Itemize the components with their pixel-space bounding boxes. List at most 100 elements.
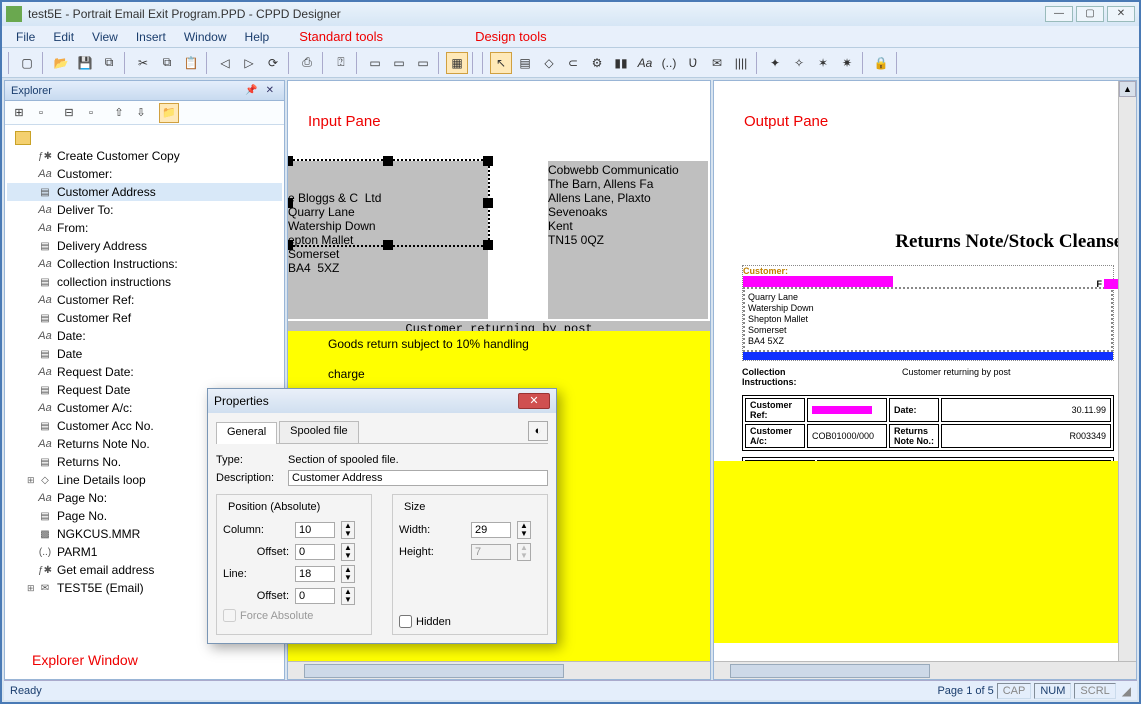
dialog-help-icon[interactable]: ◐: [528, 421, 548, 441]
tree-item[interactable]: ▤Customer Address: [7, 183, 282, 201]
tree-item[interactable]: AaFrom:: [7, 219, 282, 237]
snap4-icon[interactable]: ✷: [836, 52, 858, 74]
text-icon[interactable]: Aa: [634, 52, 656, 74]
tree-item[interactable]: AaDate:: [7, 327, 282, 345]
folder-view-icon[interactable]: 📁: [159, 103, 179, 123]
tree-item-label: From:: [57, 221, 88, 235]
output-document[interactable]: Returns Note/Stock Cleanse Fo Customer: …: [714, 81, 1118, 661]
help-icon[interactable]: ⍰: [330, 52, 352, 74]
open-icon[interactable]: 📂: [50, 52, 72, 74]
saveall-icon[interactable]: ⧉: [98, 52, 120, 74]
menu-help[interactable]: Help: [237, 28, 278, 46]
copy-icon[interactable]: ⧉: [156, 52, 178, 74]
up-icon[interactable]: ⇧: [109, 103, 129, 123]
dialog-close-button[interactable]: ✕: [518, 393, 550, 409]
width-input[interactable]: [471, 522, 511, 538]
sect-icon: ▤: [37, 347, 53, 361]
tree-item[interactable]: ▤Delivery Address: [7, 237, 282, 255]
line-offset-label: Offset:: [223, 590, 289, 602]
gear-icon[interactable]: ⚙: [586, 52, 608, 74]
undo-icon[interactable]: ◁: [214, 52, 236, 74]
down-icon[interactable]: ⇩: [131, 103, 151, 123]
minimize-button[interactable]: —: [1045, 6, 1073, 22]
tree-item[interactable]: ▤collection instructions: [7, 273, 282, 291]
output-pane-label: Output Pane: [744, 113, 828, 130]
print-icon[interactable]: ⎙: [296, 52, 318, 74]
pointer-icon[interactable]: ↖: [490, 52, 512, 74]
redo-icon[interactable]: ▷: [238, 52, 260, 74]
new-icon[interactable]: ▢: [16, 52, 38, 74]
selection-box[interactable]: [287, 159, 490, 247]
line-offset-input[interactable]: [295, 588, 335, 604]
tree-item[interactable]: ▤Customer Ref: [7, 309, 282, 327]
save-icon[interactable]: 💾: [74, 52, 96, 74]
height-input[interactable]: [471, 544, 511, 560]
maximize-button[interactable]: ▢: [1076, 6, 1104, 22]
collapse-icon[interactable]: ▫: [81, 103, 101, 123]
line-offset-spinner[interactable]: ▲▼: [341, 587, 355, 605]
input-hscroll[interactable]: [288, 661, 710, 679]
description-input[interactable]: [288, 470, 548, 486]
menu-edit[interactable]: Edit: [45, 28, 82, 46]
resize-grip-icon[interactable]: ◢: [1122, 684, 1131, 698]
expand-all-icon[interactable]: ⊞: [9, 103, 29, 123]
properties-dialog[interactable]: Properties ✕ General Spooled file ◐ Type…: [207, 388, 557, 644]
collapse-all-icon[interactable]: ⊟: [59, 103, 79, 123]
expand-icon[interactable]: ▫: [31, 103, 51, 123]
paste-icon[interactable]: 📋: [180, 52, 202, 74]
pane3-icon[interactable]: ▭: [412, 52, 434, 74]
column-spinner[interactable]: ▲▼: [341, 521, 355, 539]
pin-icon[interactable]: 📌: [241, 85, 261, 96]
menu-window[interactable]: Window: [176, 28, 235, 46]
highlight-icon[interactable]: ▦: [446, 52, 468, 74]
column-input[interactable]: [295, 522, 335, 538]
snap1-icon[interactable]: ✦: [764, 52, 786, 74]
bars-icon[interactable]: ||||: [730, 52, 752, 74]
sect-icon: ▤: [37, 239, 53, 253]
close-panel-icon[interactable]: ✕: [262, 85, 278, 96]
menu-insert[interactable]: Insert: [128, 28, 174, 46]
pane2-icon[interactable]: ▭: [388, 52, 410, 74]
tree-item[interactable]: ▤Date: [7, 345, 282, 363]
line-input[interactable]: [295, 566, 335, 582]
section-icon[interactable]: ▤: [514, 52, 536, 74]
snap3-icon[interactable]: ✶: [812, 52, 834, 74]
close-button[interactable]: ✕: [1107, 6, 1135, 22]
tree-item[interactable]: AaCollection Instructions:: [7, 255, 282, 273]
tree-item[interactable]: AaDeliver To:: [7, 201, 282, 219]
loop-icon[interactable]: ◇: [538, 52, 560, 74]
aa-icon: Aa: [37, 329, 53, 343]
width-spinner[interactable]: ▲▼: [517, 521, 531, 539]
col-offset-input[interactable]: [295, 544, 335, 560]
tab-spooled-file[interactable]: Spooled file: [279, 421, 359, 443]
tree-item[interactable]: AaRequest Date:: [7, 363, 282, 381]
parm-icon[interactable]: (..): [658, 52, 680, 74]
force-absolute-checkbox[interactable]: [223, 609, 236, 622]
tree-root[interactable]: [7, 129, 282, 147]
tree-item-label: Customer Acc No.: [57, 419, 154, 433]
input-address-2: Cobwebb Communicatio The Barn, Allens Fa…: [548, 163, 708, 247]
barcode-icon[interactable]: ▮▮: [610, 52, 632, 74]
menu-file[interactable]: File: [8, 28, 43, 46]
tree-item[interactable]: AaCustomer Ref:: [7, 291, 282, 309]
menu-view[interactable]: View: [84, 28, 126, 46]
pane1-icon[interactable]: ▭: [364, 52, 386, 74]
col-offset-spinner[interactable]: ▲▼: [341, 543, 355, 561]
tab-general[interactable]: General: [216, 422, 277, 444]
output-hscroll[interactable]: [714, 661, 1136, 679]
spool-area[interactable]: e Bloggs & C Ltd Quarry Lane Watership D…: [288, 161, 710, 337]
lock-icon[interactable]: 🔒: [870, 52, 892, 74]
tree-item[interactable]: AaCustomer:: [7, 165, 282, 183]
mail-icon[interactable]: ✉: [706, 52, 728, 74]
refresh-icon[interactable]: ⟳: [262, 52, 284, 74]
line-spinner[interactable]: ▲▼: [341, 565, 355, 583]
cond-icon[interactable]: ⊂: [562, 52, 584, 74]
dialog-title-bar[interactable]: Properties ✕: [208, 389, 556, 413]
hidden-checkbox[interactable]: [399, 615, 412, 628]
snap2-icon[interactable]: ✧: [788, 52, 810, 74]
var-icon[interactable]: Ʋ: [682, 52, 704, 74]
force-absolute-label: Force Absolute: [240, 610, 313, 622]
cut-icon[interactable]: ✂: [132, 52, 154, 74]
tree-item[interactable]: ƒ✱Create Customer Copy: [7, 147, 282, 165]
output-vscroll[interactable]: ▲: [1118, 81, 1136, 661]
